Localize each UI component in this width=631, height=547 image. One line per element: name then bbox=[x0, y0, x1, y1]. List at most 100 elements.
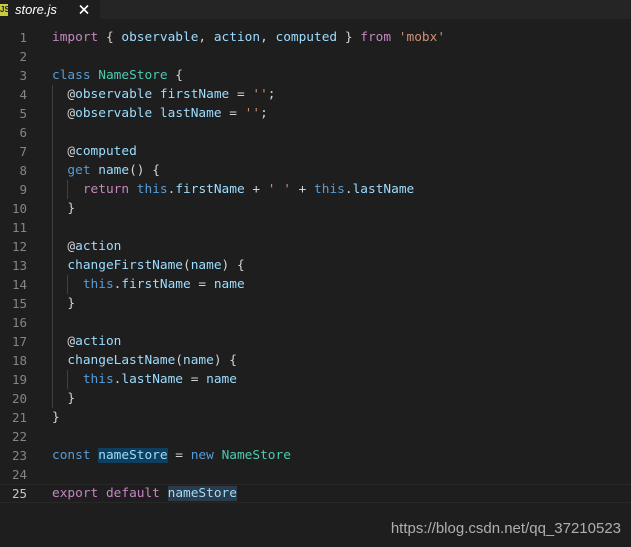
code-line[interactable]: 5 @observable lastName = ''; bbox=[0, 104, 631, 123]
code-token: { bbox=[98, 30, 122, 45]
code-token: export bbox=[52, 486, 99, 501]
code-text: } bbox=[52, 389, 75, 408]
code-line[interactable]: 6 bbox=[0, 123, 631, 142]
code-token: } bbox=[52, 410, 60, 425]
line-number: 4 bbox=[19, 87, 27, 102]
code-token: this bbox=[136, 182, 168, 197]
code-token: nameStore bbox=[167, 486, 237, 501]
code-token: name bbox=[206, 372, 237, 387]
line-number: 2 bbox=[19, 49, 27, 64]
code-token: computed bbox=[275, 30, 338, 45]
code-text: return this.firstName + ' ' + this.lastN… bbox=[52, 180, 414, 199]
code-line[interactable]: 25 export default nameStore bbox=[0, 484, 631, 503]
code-line[interactable]: 11 bbox=[0, 218, 631, 237]
code-token: = bbox=[229, 87, 253, 102]
code-line[interactable]: 12 @action bbox=[0, 237, 631, 256]
code-text: @action bbox=[52, 332, 121, 351]
code-token: } bbox=[337, 30, 361, 45]
code-line[interactable]: 1 import { observable, action, computed }… bbox=[0, 28, 631, 47]
tab-bar: JS store.js bbox=[0, 0, 631, 19]
code-token: } bbox=[52, 296, 76, 311]
code-token: observable bbox=[121, 30, 199, 45]
line-number: 8 bbox=[19, 163, 27, 178]
code-token: @ bbox=[67, 239, 76, 254]
code-text: } bbox=[52, 294, 75, 313]
code-line[interactable]: 20 } bbox=[0, 389, 631, 408]
code-editor[interactable]: 1 import { observable, action, computed }… bbox=[0, 19, 631, 547]
code-line[interactable]: 24 bbox=[0, 465, 631, 484]
code-token: '' bbox=[244, 106, 261, 121]
line-number: 18 bbox=[11, 353, 27, 368]
code-line[interactable]: 2 bbox=[0, 47, 631, 66]
close-icon[interactable] bbox=[77, 0, 91, 19]
code-line[interactable]: 22 bbox=[0, 427, 631, 446]
code-token: = bbox=[221, 106, 245, 121]
code-line[interactable]: 10 } bbox=[0, 199, 631, 218]
code-token: ( bbox=[183, 258, 191, 273]
code-token: firstName bbox=[175, 182, 245, 197]
line-number: 24 bbox=[11, 467, 27, 482]
code-token: + bbox=[290, 182, 315, 197]
code-token: ) { bbox=[221, 258, 245, 273]
code-token: = bbox=[183, 372, 207, 387]
code-token: action bbox=[75, 239, 122, 254]
code-line[interactable]: 13 changeFirstName(name) { bbox=[0, 256, 631, 275]
code-token: action bbox=[75, 334, 122, 349]
code-text: export default nameStore bbox=[52, 485, 237, 502]
indent-guide bbox=[52, 123, 53, 142]
code-line[interactable]: 19 this.lastName = name bbox=[0, 370, 631, 389]
line-number: 11 bbox=[11, 220, 27, 235]
code-token: . bbox=[344, 182, 353, 197]
code-line[interactable]: 16 bbox=[0, 313, 631, 332]
code-token: lastName bbox=[352, 182, 415, 197]
line-number: 3 bbox=[19, 68, 27, 83]
code-line[interactable]: 3 class NameStore { bbox=[0, 66, 631, 85]
code-text: import { observable, action, computed } … bbox=[52, 28, 445, 47]
code-token: NameStore bbox=[98, 68, 168, 83]
line-number: 7 bbox=[19, 144, 27, 159]
code-token: NameStore bbox=[221, 448, 291, 463]
line-number: 10 bbox=[11, 201, 27, 216]
line-number: 14 bbox=[11, 277, 27, 292]
code-token: } bbox=[52, 391, 76, 406]
code-line[interactable]: 9 return this.firstName + ' ' + this.las… bbox=[0, 180, 631, 199]
code-text: changeLastName(name) { bbox=[52, 351, 237, 370]
tab-store-js[interactable]: JS store.js bbox=[0, 0, 100, 19]
code-token: name bbox=[183, 353, 214, 368]
code-token: observable bbox=[75, 106, 153, 121]
code-text: } bbox=[52, 408, 60, 427]
watermark: https://blog.csdn.net/qq_37210523 bbox=[390, 520, 621, 537]
code-line[interactable]: 23 const nameStore = new NameStore bbox=[0, 446, 631, 465]
code-token: @ bbox=[67, 106, 76, 121]
code-line[interactable]: 8 get name() { bbox=[0, 161, 631, 180]
code-token: ; bbox=[260, 106, 268, 121]
code-line[interactable]: 7 @computed bbox=[0, 142, 631, 161]
code-line[interactable]: 18 changeLastName(name) { bbox=[0, 351, 631, 370]
code-token: ; bbox=[267, 87, 276, 102]
code-token: observable bbox=[75, 87, 153, 102]
code-token: changeFirstName bbox=[67, 258, 183, 273]
code-line[interactable]: 4 @observable firstName = ''; bbox=[0, 85, 631, 104]
code-token: this bbox=[314, 182, 345, 197]
code-line[interactable]: 15 } bbox=[0, 294, 631, 313]
code-token: return bbox=[82, 182, 130, 197]
code-line[interactable]: 17 @action bbox=[0, 332, 631, 351]
code-token: changeLastName bbox=[67, 353, 176, 368]
code-token: , bbox=[260, 30, 276, 45]
code-token: name bbox=[190, 258, 222, 273]
code-token: lastName bbox=[159, 106, 222, 121]
code-line[interactable]: 14 this.firstName = name bbox=[0, 275, 631, 294]
line-number: 16 bbox=[11, 315, 27, 330]
code-token: ) { bbox=[213, 353, 237, 368]
code-line[interactable]: 21} bbox=[0, 408, 631, 427]
